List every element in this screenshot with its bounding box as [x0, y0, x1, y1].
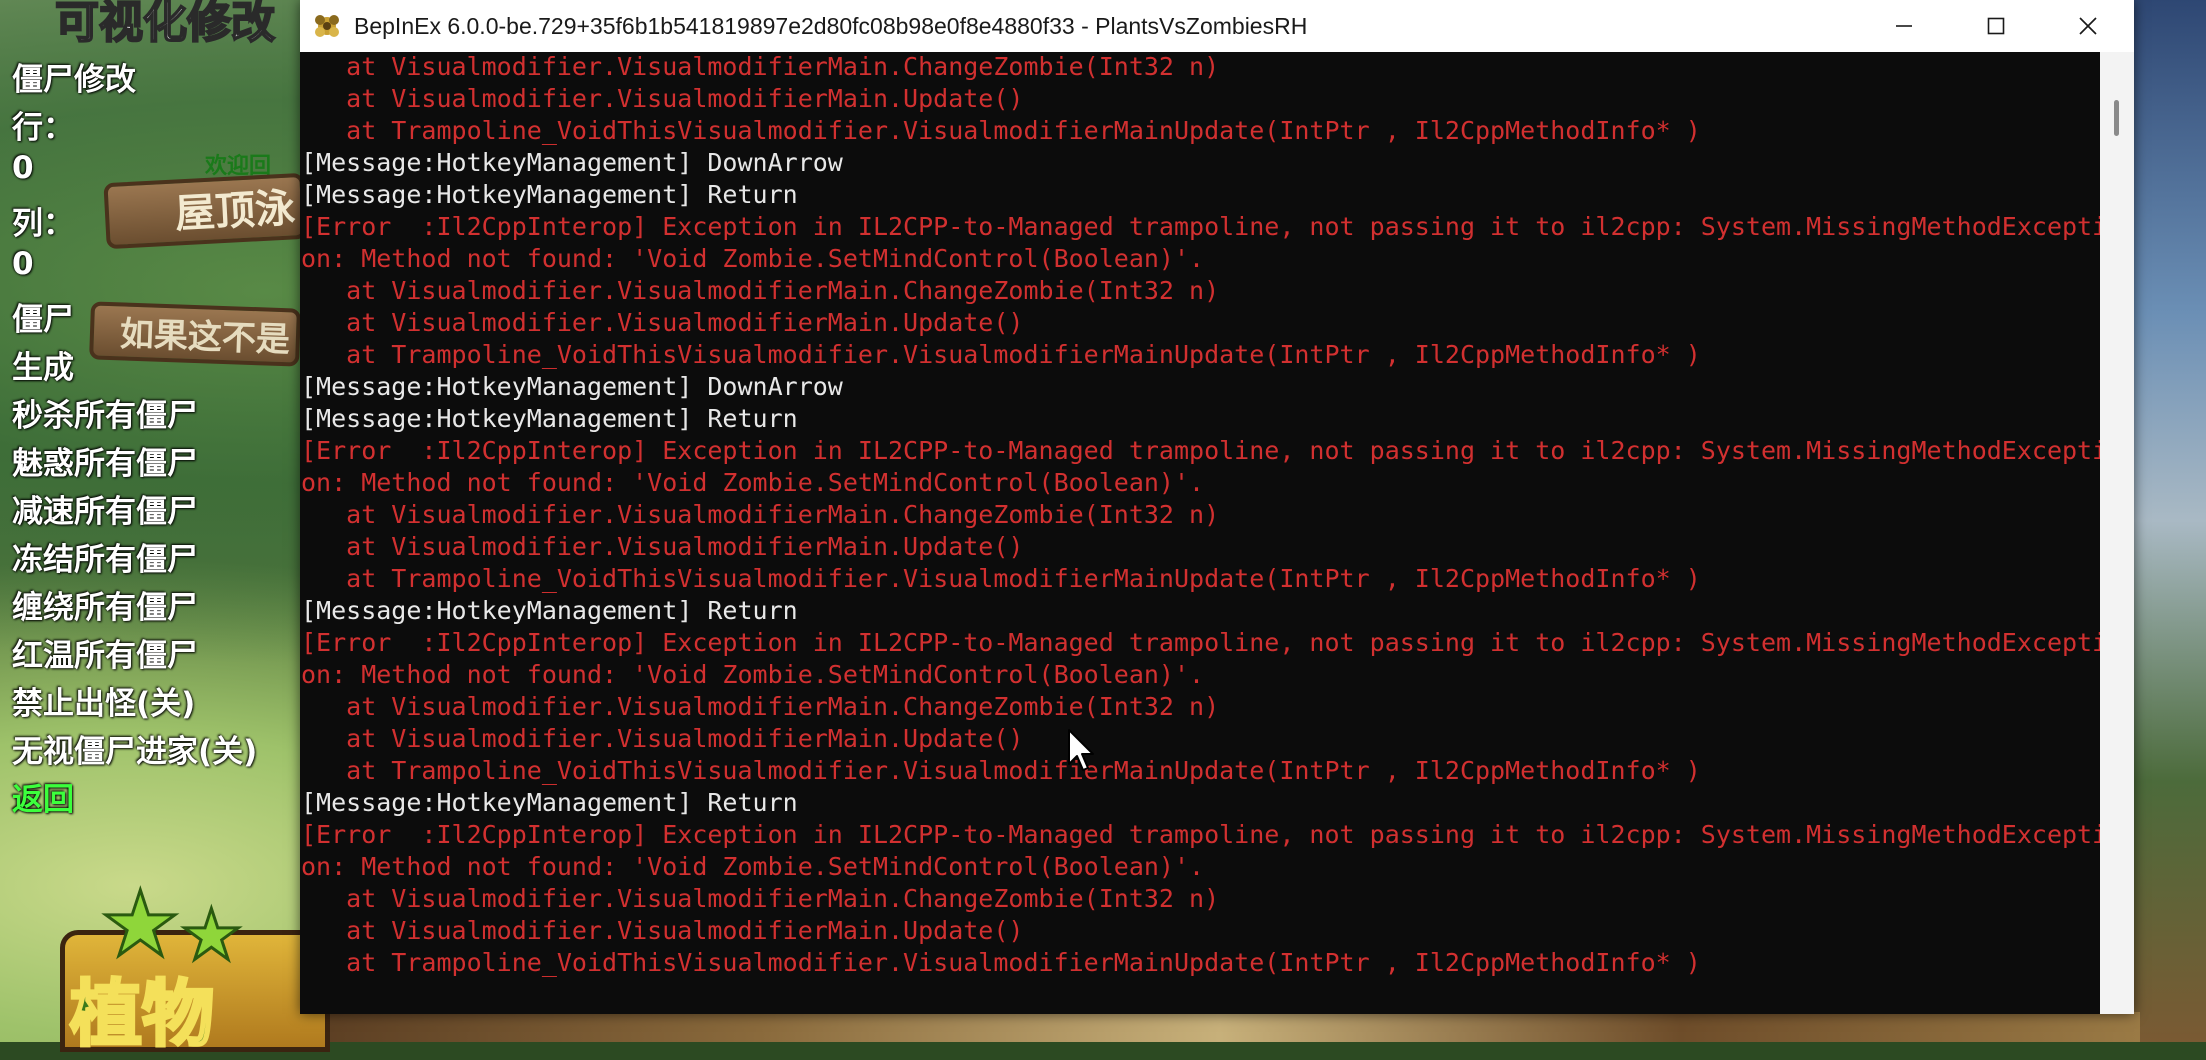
scrollbar-thumb[interactable]: [2114, 100, 2119, 136]
log-line-error: at Visualmodifier.VisualmodifierMain.Upd…: [301, 724, 1024, 753]
menu-spawn-button[interactable]: 生成: [12, 342, 74, 387]
close-icon: [2079, 17, 2097, 35]
log-line-error: [Error :Il2CppInterop] Exception in IL2C…: [301, 820, 2100, 849]
log-line-message: [Message:HotkeyManagement] DownArrow: [301, 148, 843, 177]
log-line-error: at Visualmodifier.VisualmodifierMain.Upd…: [301, 84, 1024, 113]
log-line-message: [Message:HotkeyManagement] DownArrow: [301, 372, 843, 401]
log-line-error: at Visualmodifier.VisualmodifierMain.Upd…: [301, 308, 1024, 337]
minimize-icon: [1896, 25, 1912, 27]
log-line-error: [Error :Il2CppInterop] Exception in IL2C…: [301, 628, 2100, 657]
window-title: BepInEx 6.0.0-be.729+35f6b1b541819897e2d…: [354, 13, 1308, 39]
menu-row-label: 行：: [12, 110, 74, 146]
roof-level-sign: 屋顶泳: [103, 172, 307, 250]
console-window: BepInEx 6.0.0-be.729+35f6b1b541819897e2d…: [300, 0, 2134, 1014]
maximize-icon: [1987, 17, 2005, 35]
log-line-error: at Trampoline_VoidThisVisualmodifier.Vis…: [301, 340, 1701, 369]
log-line-error: at Visualmodifier.VisualmodifierMain.Upd…: [301, 532, 1024, 561]
menu-enrage-all-button[interactable]: 红温所有僵尸: [12, 630, 198, 675]
log-line-error: on: Method not found: 'Void Zombie.SetMi…: [301, 852, 1205, 881]
menu-slow-all-button[interactable]: 减速所有僵尸: [12, 486, 198, 531]
menu-ignore-zombie-enter-toggle[interactable]: 无视僵尸进家(关): [12, 726, 257, 771]
star-icon: ★: [179, 894, 245, 976]
log-line-error: [Error :Il2CppInterop] Exception in IL2C…: [301, 212, 2100, 241]
log-line-error: on: Method not found: 'Void Zombie.SetMi…: [301, 660, 1205, 689]
game-background-right: [2134, 0, 2206, 1042]
log-line-error: [Error :Il2CppInterop] Exception in IL2C…: [301, 436, 2100, 465]
skip-sign: 如果这不是: [89, 301, 301, 367]
log-line-error: at Trampoline_VoidThisVisualmodifier.Vis…: [301, 756, 1701, 785]
close-button[interactable]: [2042, 0, 2134, 52]
menu-heading-zombie-mod: 僵尸修改: [12, 62, 136, 98]
menu-entangle-all-button[interactable]: 缠绕所有僵尸: [12, 582, 198, 627]
log-line-message: [Message:HotkeyManagement] Return: [301, 404, 798, 433]
menu-col-label: 列：: [12, 206, 74, 242]
title-bar[interactable]: BepInEx 6.0.0-be.729+35f6b1b541819897e2d…: [300, 0, 2134, 52]
game-background-bottom: [300, 1012, 2140, 1042]
minimize-button[interactable]: [1858, 0, 1950, 52]
console-output[interactable]: at Visualmodifier.VisualmodifierMain.Cha…: [300, 52, 2100, 1014]
log-line-error: at Visualmodifier.VisualmodifierMain.Cha…: [301, 884, 1220, 913]
log-line-error: at Trampoline_VoidThisVisualmodifier.Vis…: [301, 948, 1701, 977]
menu-no-spawn-toggle[interactable]: 禁止出怪(关): [12, 678, 195, 723]
log-line-error: on: Method not found: 'Void Zombie.SetMi…: [301, 244, 1205, 273]
log-line-message: [Message:HotkeyManagement] Return: [301, 788, 798, 817]
menu-kill-all-button[interactable]: 秒杀所有僵尸: [12, 390, 198, 435]
vertical-scrollbar[interactable]: [2100, 52, 2134, 1014]
log-line-error: at Visualmodifier.VisualmodifierMain.Cha…: [301, 276, 1220, 305]
menu-back-button[interactable]: 返回: [12, 774, 74, 819]
maximize-button[interactable]: [1950, 0, 2042, 52]
mouse-pointer-icon: [1068, 729, 1094, 771]
log-line-message: [Message:HotkeyManagement] Return: [301, 596, 798, 625]
menu-col-value[interactable]: 0: [12, 246, 34, 282]
menu-zombie-select[interactable]: 僵尸: [12, 294, 74, 339]
log-line-error: at Visualmodifier.VisualmodifierMain.Cha…: [301, 52, 1220, 81]
menu-row-value[interactable]: 0: [12, 150, 34, 186]
log-line-error: at Visualmodifier.VisualmodifierMain.Upd…: [301, 916, 1024, 945]
menu-charm-all-button[interactable]: 魅惑所有僵尸: [12, 438, 198, 483]
console-log-list: at Visualmodifier.VisualmodifierMain.Cha…: [301, 52, 2100, 979]
log-line-message: [Message:HotkeyManagement] Return: [301, 180, 798, 209]
log-line-error: at Visualmodifier.VisualmodifierMain.Cha…: [301, 500, 1220, 529]
log-line-error: at Trampoline_VoidThisVisualmodifier.Vis…: [301, 564, 1701, 593]
star-icon: ★: [99, 872, 183, 977]
game-mod-title: 可视化修改: [54, 0, 276, 49]
menu-freeze-all-button[interactable]: 冻结所有僵尸: [12, 534, 198, 579]
bepinex-icon: [315, 15, 339, 37]
log-line-error: at Trampoline_VoidThisVisualmodifier.Vis…: [301, 116, 1701, 145]
log-line-error: at Visualmodifier.VisualmodifierMain.Cha…: [301, 692, 1220, 721]
log-line-error: on: Method not found: 'Void Zombie.SetMi…: [301, 468, 1205, 497]
